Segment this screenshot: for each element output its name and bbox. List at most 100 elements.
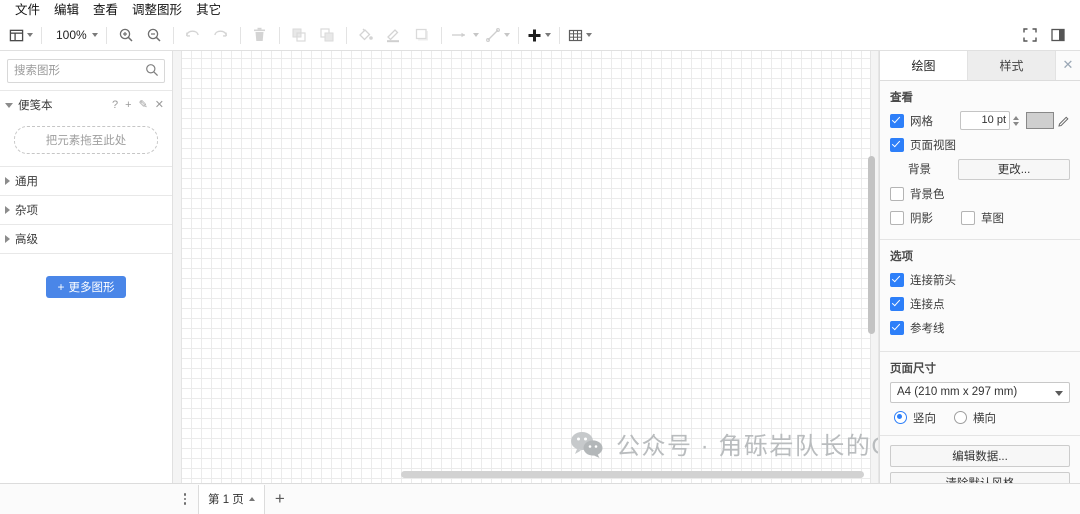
option-connection-points-checkbox[interactable]	[890, 296, 904, 311]
toolbar-divider	[172, 26, 174, 44]
line-color-button[interactable]	[380, 22, 408, 48]
zoom-level-label: 100%	[56, 28, 87, 42]
chevron-right-icon[interactable]	[5, 206, 10, 214]
scratchpad-add-icon[interactable]: +	[125, 99, 131, 111]
page-tab-1[interactable]: 第 1 页	[198, 484, 265, 514]
menu-arrange[interactable]: 调整图形	[125, 0, 189, 20]
delete-button[interactable]	[246, 22, 274, 48]
shadow-checkbox[interactable]	[890, 210, 904, 225]
tab-style[interactable]: 样式	[968, 51, 1056, 80]
zoom-out-icon	[147, 28, 161, 42]
diagram-canvas[interactable]: 公众号 · 角砾岩队长的GIS空间	[173, 51, 879, 483]
clear-default-style-button[interactable]: 清除默认风格	[890, 471, 1070, 483]
zoom-level-button[interactable]: 100%	[47, 22, 101, 48]
toolbar-divider	[558, 26, 560, 44]
shape-section-general-header[interactable]: 通用	[0, 167, 172, 195]
scratchpad-close-icon[interactable]: ✕	[155, 99, 164, 111]
more-shapes-container: + 更多图形	[0, 253, 172, 298]
canvas-gutter-left	[173, 51, 182, 483]
toggle-format-panel-icon	[1051, 28, 1065, 42]
zoom-in-button[interactable]	[112, 22, 140, 48]
chevron-down-icon	[27, 33, 33, 37]
undo-button[interactable]	[179, 22, 207, 48]
page-view-row: 页面视图	[890, 135, 1070, 155]
view-layout-button[interactable]	[6, 22, 36, 48]
chevron-right-icon[interactable]	[5, 235, 10, 243]
background-label: 背景	[908, 164, 931, 177]
insert-button[interactable]	[524, 22, 554, 48]
menu-edit[interactable]: 编辑	[47, 0, 86, 20]
menu-file[interactable]: 文件	[8, 0, 47, 20]
scratchpad-edit-icon[interactable]: ✎	[139, 99, 148, 111]
background-change-button[interactable]: 更改...	[958, 158, 1070, 180]
shape-section-advanced-header[interactable]: 高级	[0, 225, 172, 253]
shapes-sidebar: 便笺本 ? + ✎ ✕ 把元素拖至此处 通用	[0, 51, 173, 483]
waypoints-button[interactable]	[447, 22, 482, 48]
connection-style-button[interactable]	[482, 22, 513, 48]
more-shapes-button[interactable]: + 更多图形	[46, 276, 126, 298]
option-connection-arrows-checkbox[interactable]	[890, 272, 904, 287]
option-guides-row: 参考线	[890, 318, 1070, 338]
sketch-checkbox[interactable]	[961, 210, 975, 225]
toolbar-divider	[345, 26, 347, 44]
zoom-out-button[interactable]	[140, 22, 168, 48]
canvas-page-sheet[interactable]	[182, 51, 870, 483]
zoom-in-icon	[119, 28, 133, 42]
chevron-right-icon[interactable]	[5, 177, 10, 185]
option-connection-points-label: 连接点	[910, 298, 945, 311]
shape-section-misc-header[interactable]: 杂项	[0, 196, 172, 224]
scratchpad-help-icon[interactable]: ?	[112, 99, 118, 111]
insert-table-button[interactable]	[565, 22, 595, 48]
search-box[interactable]	[7, 59, 165, 83]
paper-size-section: 页面尺寸 A4 (210 mm x 297 mm) 竖向 横向	[880, 352, 1080, 436]
undo-icon	[186, 30, 200, 37]
add-page-button[interactable]: +	[265, 484, 295, 514]
menu-extras[interactable]: 其它	[189, 0, 228, 20]
layout-icon	[9, 29, 24, 41]
chevron-down-icon	[585, 33, 592, 37]
chevron-down-icon[interactable]	[5, 102, 13, 108]
options-section: 选项 连接箭头 连接点 参考线	[880, 240, 1080, 352]
canvas-horizontal-scrollbar[interactable]	[401, 471, 864, 478]
page-view-checkbox[interactable]	[890, 137, 904, 152]
fullscreen-button[interactable]	[1016, 22, 1044, 48]
page-menu-icon[interactable]	[172, 484, 198, 514]
edit-data-button[interactable]: 编辑数据...	[890, 444, 1070, 467]
landscape-radio[interactable]	[954, 411, 967, 425]
send-to-back-button[interactable]	[313, 22, 341, 48]
search-input[interactable]	[8, 61, 164, 81]
search-icon[interactable]	[145, 63, 159, 77]
paper-size-select[interactable]: A4 (210 mm x 297 mm)	[890, 381, 1070, 403]
option-guides-checkbox[interactable]	[890, 320, 904, 335]
fill-color-button[interactable]	[352, 22, 380, 48]
scratchpad-drop-zone[interactable]: 把元素拖至此处	[14, 126, 158, 154]
shape-section-general-label: 通用	[15, 176, 38, 188]
format-panel-body: 查看 网格 10 pt 页面视图 背景 更改... 背景色 阴影 草图 选项 连…	[880, 81, 1080, 483]
main-body: 便笺本 ? + ✎ ✕ 把元素拖至此处 通用	[0, 51, 1080, 483]
line-color-icon	[387, 29, 400, 43]
grid-size-stepper[interactable]	[1011, 112, 1020, 129]
grid-checkbox[interactable]	[890, 113, 904, 128]
stepper-up-icon[interactable]	[1012, 115, 1019, 120]
stepper-down-icon[interactable]	[1012, 121, 1019, 126]
shape-section-misc: 杂项	[0, 195, 172, 224]
background-color-checkbox[interactable]	[890, 186, 904, 201]
bring-to-front-button[interactable]	[285, 22, 313, 48]
toggle-format-panel-button[interactable]	[1044, 22, 1072, 48]
canvas-vertical-scrollbar[interactable]	[868, 156, 875, 334]
grid-size-input[interactable]: 10 pt	[960, 111, 1010, 131]
portrait-radio[interactable]	[894, 411, 907, 425]
grid-color-swatch[interactable]	[1026, 112, 1054, 130]
chevron-up-icon[interactable]	[248, 497, 255, 501]
fill-bucket-icon	[359, 28, 374, 41]
toolbar-divider	[41, 26, 42, 44]
tab-diagram[interactable]: 绘图	[880, 51, 968, 80]
format-panel-close-icon[interactable]: ✕	[1056, 51, 1080, 80]
options-section-title: 选项	[890, 250, 913, 263]
shape-section-advanced: 高级	[0, 224, 172, 253]
grid-color-edit-button[interactable]	[1058, 115, 1070, 127]
menu-view[interactable]: 查看	[86, 0, 125, 20]
redo-button[interactable]	[207, 22, 235, 48]
shadow-button[interactable]	[408, 22, 436, 48]
scratchpad-header[interactable]: 便笺本 ? + ✎ ✕	[0, 91, 172, 119]
